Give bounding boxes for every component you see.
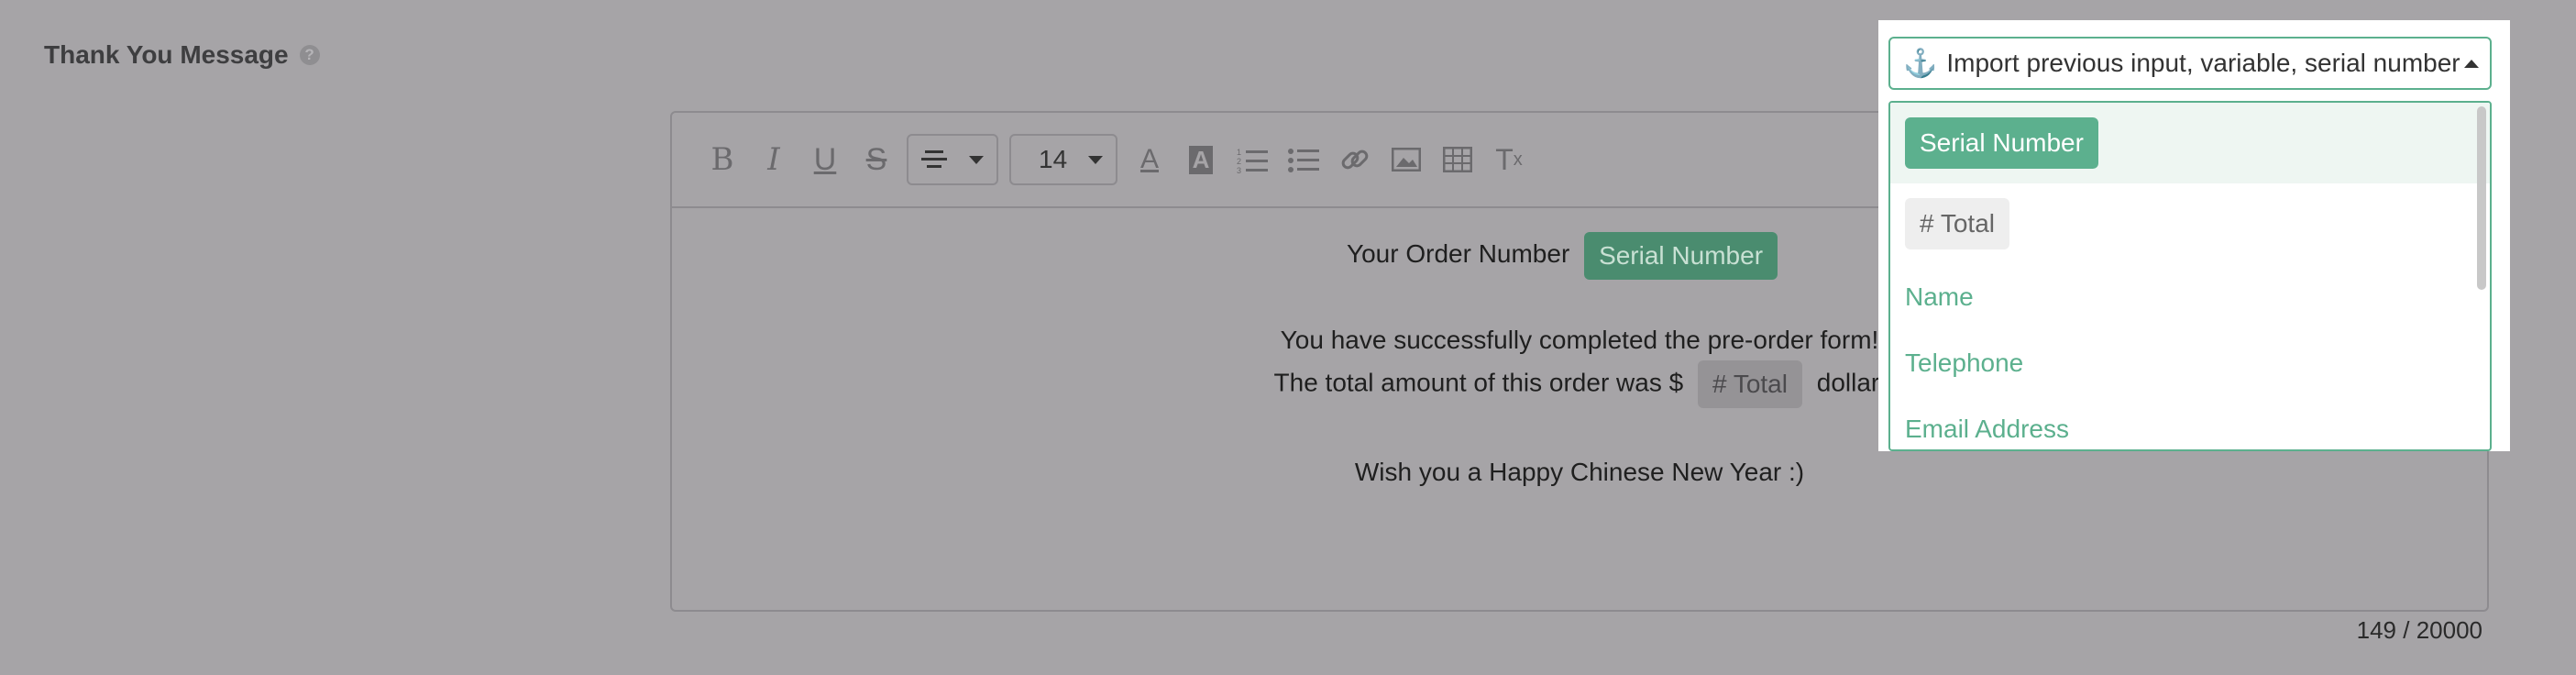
font-size-select[interactable]: 14 — [1009, 134, 1117, 185]
link-icon[interactable] — [1334, 138, 1376, 181]
section-title-label: Thank You Message — [44, 40, 289, 69]
table-icon[interactable] — [1437, 138, 1479, 181]
total-text-after: dollar. — [1816, 368, 1886, 397]
import-select[interactable]: ⚓ Import previous input, variable, seria… — [1888, 37, 2492, 90]
import-select-label: Import previous input, variable, serial … — [1946, 49, 2460, 77]
option-serial-number[interactable]: Serial Number — [1890, 103, 2490, 183]
font-size-value: 14 — [1039, 145, 1068, 173]
option-total[interactable]: # Total — [1890, 183, 2490, 264]
align-select[interactable] — [907, 134, 998, 185]
chevron-down-icon — [1088, 155, 1103, 164]
option-telephone[interactable]: Telephone — [1890, 330, 2490, 396]
svg-text:2: 2 — [1237, 157, 1241, 166]
underline-icon[interactable]: U — [804, 138, 846, 181]
clear-format-icon[interactable]: Tx — [1488, 138, 1530, 181]
svg-text:1: 1 — [1237, 148, 1241, 157]
greeting-line: Wish you a Happy Chinese New Year :) — [1354, 458, 1805, 486]
image-icon[interactable] — [1385, 138, 1427, 181]
italic-icon[interactable]: I — [753, 138, 795, 181]
bold-icon[interactable]: B — [701, 138, 743, 181]
section-title: Thank You Message ? — [44, 40, 320, 70]
chevron-down-icon — [969, 155, 984, 164]
chevron-up-icon — [2464, 60, 2479, 68]
ordered-list-icon[interactable]: 123 — [1231, 138, 1273, 181]
font-color-icon[interactable]: A — [1128, 138, 1171, 181]
order-number-text: Your Order Number — [1346, 239, 1570, 269]
dropdown-scrollbar[interactable] — [2477, 106, 2486, 290]
option-label: Serial Number — [1905, 117, 2098, 169]
strikethrough-icon[interactable]: S — [855, 138, 897, 181]
total-text-before: The total amount of this order was $ — [1273, 368, 1684, 397]
option-name[interactable]: Name — [1890, 264, 2490, 330]
import-option-list[interactable]: Serial Number # Total Name Telephone Ema… — [1888, 101, 2492, 451]
import-dropdown-panel: ⚓ Import previous input, variable, seria… — [1878, 20, 2510, 451]
background-color-icon[interactable]: A — [1180, 138, 1222, 181]
option-label: # Total — [1905, 198, 2009, 249]
serial-number-chip[interactable]: Serial Number — [1584, 232, 1778, 280]
character-counter: 149 / 20000 — [2356, 616, 2482, 644]
total-chip[interactable]: # Total — [1697, 360, 1802, 408]
svg-text:3: 3 — [1237, 166, 1241, 173]
align-center-icon — [921, 150, 947, 168]
bullet-list-icon[interactable] — [1282, 138, 1325, 181]
option-email-address[interactable]: Email Address — [1890, 396, 2490, 449]
question-circle-icon[interactable]: ? — [299, 45, 320, 65]
anchor-icon: ⚓ — [1903, 48, 1938, 79]
